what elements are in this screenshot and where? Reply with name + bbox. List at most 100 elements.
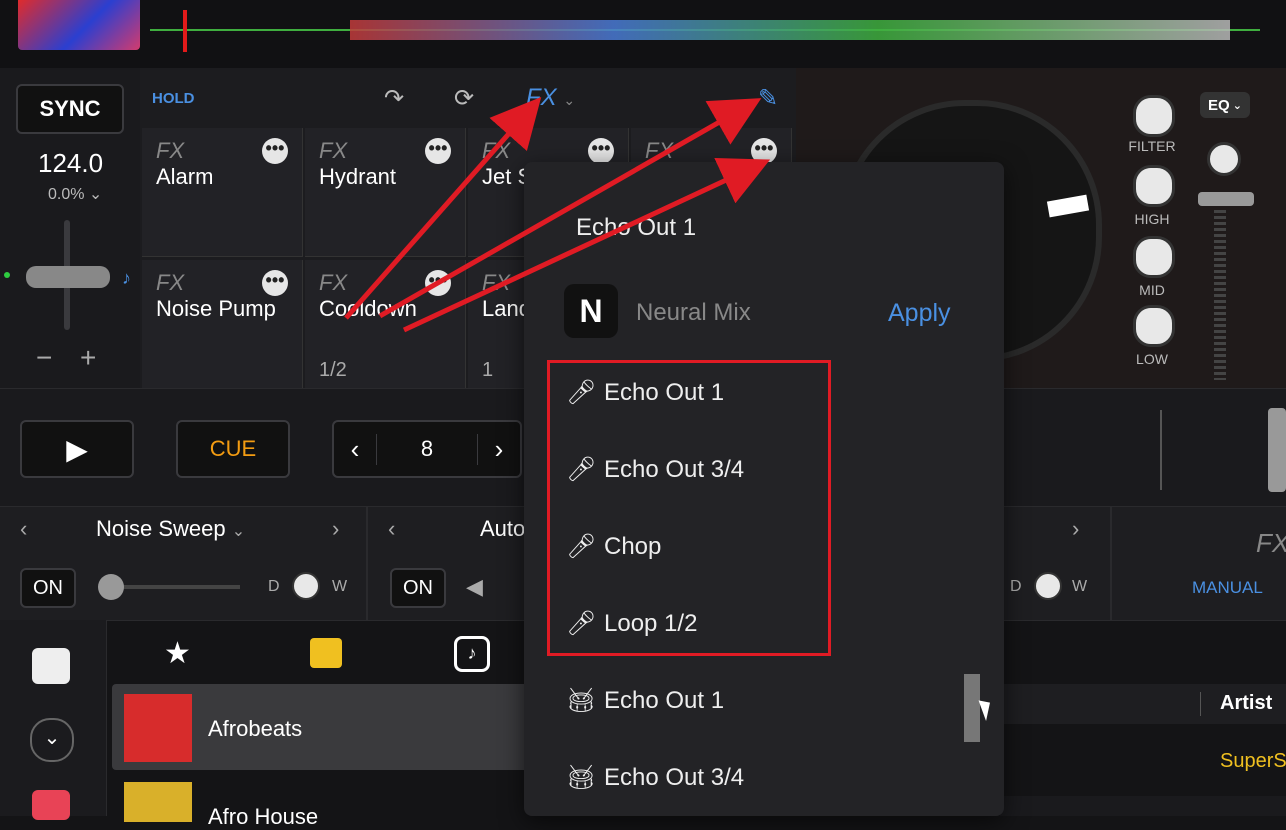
high-knob[interactable] bbox=[1133, 165, 1175, 207]
fx-pad[interactable]: FX Hydrant ••• bbox=[305, 128, 466, 257]
fx-pad-tag: FX bbox=[156, 270, 185, 295]
effect-prev-button[interactable]: ‹ bbox=[388, 516, 395, 542]
fx-pad-tag: FX bbox=[482, 138, 511, 163]
chevron-down-icon: ⌄ bbox=[231, 523, 246, 540]
favorites-star-icon[interactable]: ★ bbox=[164, 636, 191, 671]
library-source-icon[interactable] bbox=[32, 648, 70, 684]
fx-pad-tag: FX bbox=[319, 270, 348, 295]
effect-name: Noise Sweep bbox=[96, 516, 226, 541]
eq-label: EQ bbox=[1208, 96, 1230, 114]
key-lock-icon[interactable]: ♪ bbox=[122, 268, 131, 289]
level-meter bbox=[1214, 210, 1226, 380]
chevron-down-icon: ⌄ bbox=[563, 92, 576, 108]
effect-selector[interactable]: Auto bbox=[480, 516, 525, 542]
artist-cell: SuperS bbox=[1220, 750, 1286, 772]
eq-dropdown[interactable]: EQ ⌄ bbox=[1200, 92, 1250, 118]
pitch-value: 0.0% bbox=[48, 186, 85, 203]
drum-fx-item[interactable]: Echo Out 1 bbox=[604, 687, 724, 715]
pencil-icon[interactable]: ✎ bbox=[758, 84, 778, 113]
loop-icon[interactable]: ⟳ bbox=[454, 84, 474, 113]
loop-size-stepper[interactable]: ‹ 8 › bbox=[332, 420, 522, 478]
apply-button[interactable]: Apply bbox=[888, 299, 951, 328]
knob-label: LOW bbox=[1136, 351, 1168, 367]
fx-tab-label: FX bbox=[526, 84, 557, 111]
pitch-minus-button[interactable]: − bbox=[36, 342, 52, 374]
fx-pad-tag: FX bbox=[319, 138, 348, 163]
dropdown-item[interactable]: Echo Out 1 bbox=[576, 214, 696, 242]
chevron-down-icon: ⌄ bbox=[1232, 99, 1242, 112]
effect-next-button[interactable]: › bbox=[1072, 516, 1079, 542]
music-note-icon[interactable]: ♪ bbox=[454, 636, 490, 672]
playlist-artwork bbox=[124, 694, 192, 762]
knob-label: FILTER bbox=[1128, 138, 1176, 154]
more-options-icon[interactable]: ••• bbox=[262, 138, 288, 164]
playlist-artwork bbox=[124, 782, 192, 822]
drum-icon: 🥁︎ bbox=[566, 687, 597, 714]
crate-icon[interactable] bbox=[310, 638, 342, 668]
sync-button[interactable]: SYNC bbox=[16, 84, 124, 134]
filter-knob[interactable] bbox=[1133, 95, 1175, 137]
effect-on-button[interactable]: ON bbox=[20, 568, 76, 608]
loop-prev-button[interactable]: ‹ bbox=[334, 433, 377, 465]
fx-pad-tag: FX bbox=[645, 138, 674, 163]
pitch-readout[interactable]: 0.0% ⌄ bbox=[48, 184, 102, 204]
fx-pad[interactable]: FX Alarm ••• bbox=[142, 128, 303, 257]
playlist-name: Afrobeats bbox=[208, 716, 303, 741]
knob-label: MID bbox=[1139, 282, 1165, 298]
loop-size-value: 8 bbox=[420, 436, 434, 461]
neural-mix-label: Neural Mix bbox=[636, 299, 751, 326]
effect-next-button[interactable]: › bbox=[332, 516, 339, 542]
playhead-marker[interactable] bbox=[183, 10, 187, 52]
chevron-down-icon[interactable]: ⌄ bbox=[30, 718, 74, 762]
fx-pad-tag: FX bbox=[482, 270, 511, 295]
manual-toggle[interactable]: MANUAL bbox=[1192, 578, 1263, 598]
redo-arrow-icon[interactable]: ↷ bbox=[384, 84, 404, 113]
sync-indicator-dot bbox=[4, 272, 10, 278]
more-options-icon[interactable]: ••• bbox=[425, 138, 451, 164]
waveform-overview[interactable] bbox=[150, 6, 1260, 54]
fx-pad[interactable]: FX Cooldown ••• 1/2 bbox=[305, 260, 466, 389]
wet-label: W bbox=[1072, 578, 1088, 595]
wet-label: W bbox=[332, 578, 348, 595]
dropdown-scrollbar[interactable] bbox=[964, 674, 980, 742]
mid-knob[interactable] bbox=[1133, 236, 1175, 278]
fx-pad-name: Noise Pump bbox=[156, 296, 276, 321]
more-options-icon[interactable]: ••• bbox=[425, 270, 451, 296]
column-divider bbox=[1200, 692, 1201, 716]
fx-pad[interactable]: FX Noise Pump ••• bbox=[142, 260, 303, 389]
more-options-icon[interactable]: ••• bbox=[588, 138, 614, 164]
effect-selector[interactable]: Noise Sweep ⌄ bbox=[96, 516, 245, 542]
effect-on-button[interactable]: ON bbox=[390, 568, 446, 608]
low-knob[interactable] bbox=[1133, 305, 1175, 347]
effect-prev-button[interactable]: ‹ bbox=[20, 516, 27, 542]
drum-fx-item[interactable]: Echo Out 3/4 bbox=[604, 764, 744, 792]
effect-slider-handle[interactable] bbox=[98, 574, 124, 600]
pitch-fader-handle[interactable] bbox=[26, 266, 110, 288]
channel-fader-handle[interactable] bbox=[1198, 192, 1254, 206]
drum-icon: 🥁︎ bbox=[566, 764, 597, 791]
fx-pad-beat: 1/2 bbox=[319, 359, 347, 381]
fx-pad-name: Hydrant bbox=[319, 164, 397, 189]
more-options-icon[interactable]: ••• bbox=[751, 138, 777, 164]
chevron-down-icon: ⌄ bbox=[88, 186, 103, 203]
fx-pad-beat: 1 bbox=[482, 359, 494, 381]
dry-wet-knob[interactable] bbox=[1034, 572, 1062, 600]
divider bbox=[1110, 506, 1112, 620]
fx-tab[interactable]: FX ⌄ bbox=[526, 84, 575, 112]
cue-button[interactable]: CUE bbox=[176, 420, 290, 478]
crossfader-handle[interactable] bbox=[1268, 408, 1286, 492]
hold-toggle[interactable]: HOLD bbox=[152, 90, 195, 107]
dry-wet-knob[interactable] bbox=[292, 572, 320, 600]
loop-next-button[interactable]: › bbox=[477, 433, 520, 465]
dry-label: D bbox=[1010, 578, 1022, 595]
play-icon: ▶ bbox=[66, 433, 88, 465]
fx-tag: FX bbox=[1256, 528, 1286, 558]
pitch-plus-button[interactable]: + bbox=[80, 342, 96, 374]
play-button[interactable]: ▶ bbox=[20, 420, 134, 478]
crossfader-area[interactable] bbox=[1160, 410, 1272, 490]
library-row bbox=[1000, 796, 1286, 816]
more-options-icon[interactable]: ••• bbox=[262, 270, 288, 296]
bpm-readout: 124.0 bbox=[38, 148, 104, 178]
gain-knob[interactable] bbox=[1207, 142, 1241, 176]
artist-column-header[interactable]: Artist bbox=[1220, 692, 1272, 715]
